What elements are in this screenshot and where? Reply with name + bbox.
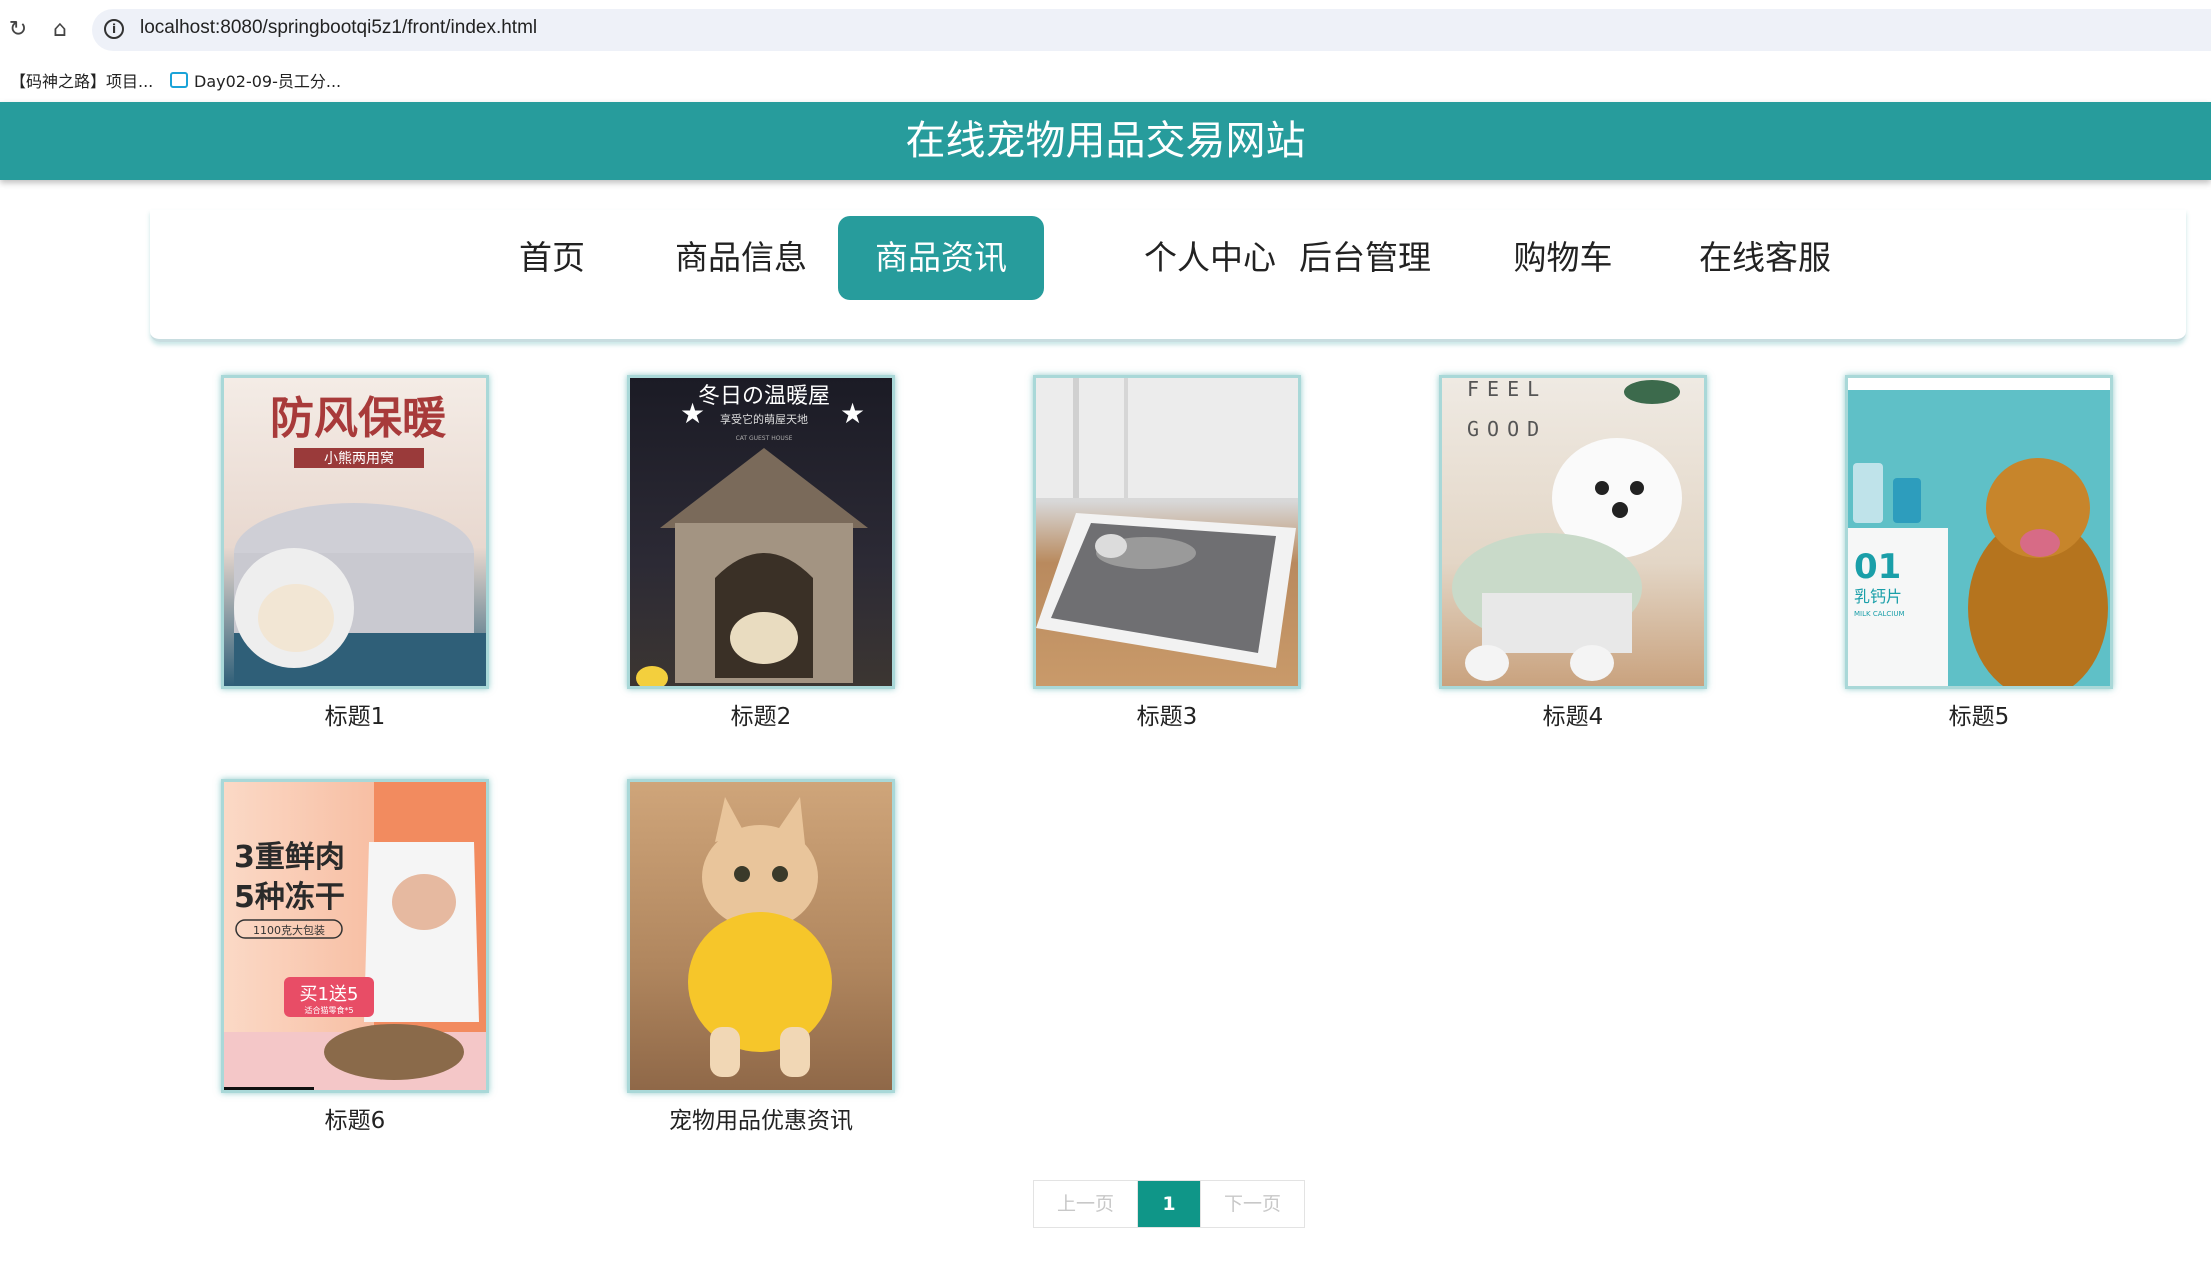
overlay-text: MILK CALCIUM: [1854, 610, 1905, 618]
next-page-button[interactable]: 下一页: [1200, 1181, 1304, 1227]
page-1-button[interactable]: 1: [1138, 1181, 1200, 1227]
overlay-text: 防风保暖: [270, 393, 447, 444]
overlay-text: 乳钙片: [1854, 587, 1902, 606]
pagination: 上一页 1 下一页: [1033, 1180, 1305, 1228]
overlay-text: GOOD: [1467, 417, 1547, 441]
bookmark-item[interactable]: Day02-09-员工分...: [170, 68, 341, 92]
news-title[interactable]: 标题3: [1033, 697, 1301, 731]
reload-icon[interactable]: ↻: [6, 18, 30, 42]
nav-support[interactable]: 在线客服: [1680, 216, 1850, 300]
news-title[interactable]: 标题4: [1439, 697, 1707, 731]
bookmarks-bar: 【码神之路】项目... Day02-09-员工分...: [0, 60, 2211, 102]
svg-text:★: ★: [680, 397, 705, 430]
bookmark-label: 【码神之路】项目...: [10, 72, 154, 91]
cat-sweater-illustration: [688, 797, 832, 1077]
bilibili-icon: [170, 72, 188, 88]
news-title[interactable]: 宠物用品优惠资讯: [627, 1101, 895, 1135]
overlay-text: 01: [1854, 547, 1901, 587]
cat-house-illustration: 冬日の温暖屋 享受它的萌屋天地 CAT GUEST HOUSE ★ ★: [636, 384, 868, 686]
news-card[interactable]: 冬日の温暖屋 享受它的萌屋天地 CAT GUEST HOUSE ★ ★ 标题2: [627, 375, 895, 731]
cat-mat-illustration: [1036, 378, 1298, 668]
news-image-cat-sweater[interactable]: [627, 779, 895, 1093]
prev-page-button[interactable]: 上一页: [1034, 1181, 1138, 1227]
overlay-text: 小熊两用窝: [324, 450, 394, 467]
nav-admin[interactable]: 后台管理: [1290, 216, 1440, 300]
cat-food-illustration: 3重鲜肉 5种冻干 1100克大包装 买1送5 适合猫零食*5: [224, 782, 486, 1090]
nav-products[interactable]: 商品信息: [656, 216, 826, 300]
news-image-cat-house[interactable]: 冬日の温暖屋 享受它的萌屋天地 CAT GUEST HOUSE ★ ★: [627, 375, 895, 689]
overlay-text: CAT GUEST HOUSE: [736, 435, 793, 442]
news-image-dog-calcium[interactable]: 01 乳钙片 MILK CALCIUM: [1845, 375, 2113, 689]
news-image-cat-food[interactable]: 3重鲜肉 5种冻干 1100克大包装 买1送5 适合猫零食*5: [221, 779, 489, 1093]
news-card[interactable]: 01 乳钙片 MILK CALCIUM 标题5: [1845, 375, 2113, 731]
news-card[interactable]: 标题3: [1033, 375, 1301, 731]
site-title: 在线宠物用品交易网站: [905, 118, 1306, 164]
nav-home[interactable]: 首页: [502, 216, 602, 300]
nav-cart[interactable]: 购物车: [1498, 216, 1628, 300]
news-title[interactable]: 标题6: [221, 1101, 489, 1135]
overlay-text: 冬日の温暖屋: [698, 384, 830, 409]
dog-clothes-illustration: FEEL GOOD: [1452, 378, 1682, 681]
news-image-cat-bed[interactable]: 防风保暖 小熊两用窝: [221, 375, 489, 689]
home-icon[interactable]: ⌂: [48, 18, 72, 42]
bookmark-label: Day02-09-员工分...: [194, 72, 342, 91]
url-text[interactable]: localhost:8080/springbootqi5z1/front/ind…: [140, 17, 537, 39]
overlay-text: 1100克大包装: [253, 923, 325, 937]
overlay-text: 享受它的萌屋天地: [720, 412, 808, 426]
overlay-text: 3重鲜肉: [234, 840, 345, 875]
browser-toolbar: ↻ ⌂ i localhost:8080/springbootqi5z1/fro…: [0, 0, 2211, 60]
cat-bed-illustration: 防风保暖 小熊两用窝: [234, 393, 486, 686]
news-title[interactable]: 标题2: [627, 697, 895, 731]
site-info-icon[interactable]: i: [104, 19, 124, 39]
site-header: 在线宠物用品交易网站: [0, 102, 2211, 180]
news-card[interactable]: 3重鲜肉 5种冻干 1100克大包装 买1送5 适合猫零食*5 标题6: [221, 779, 489, 1135]
nav-news[interactable]: 商品资讯: [838, 216, 1044, 300]
news-card[interactable]: 宠物用品优惠资讯: [627, 779, 895, 1135]
dog-calcium-illustration: 01 乳钙片 MILK CALCIUM: [1848, 378, 2110, 686]
main-nav: 首页 商品信息 商品资讯 个人中心 后台管理 购物车 在线客服: [150, 210, 2186, 342]
overlay-text: 5种冻干: [234, 880, 345, 915]
overlay-text: 适合猫零食*5: [304, 1005, 353, 1015]
news-image-cat-mat[interactable]: [1033, 375, 1301, 689]
news-image-dog-clothes[interactable]: FEEL GOOD: [1439, 375, 1707, 689]
bookmark-item[interactable]: 【码神之路】项目...: [10, 68, 153, 92]
overlay-text: FEEL: [1467, 378, 1547, 401]
overlay-text: 买1送5: [300, 984, 359, 1005]
news-title[interactable]: 标题1: [221, 697, 489, 731]
news-card[interactable]: 防风保暖 小熊两用窝 标题1: [221, 375, 489, 731]
news-title[interactable]: 标题5: [1845, 697, 2113, 731]
news-card[interactable]: FEEL GOOD 标题4: [1439, 375, 1707, 731]
svg-text:★: ★: [840, 397, 865, 430]
